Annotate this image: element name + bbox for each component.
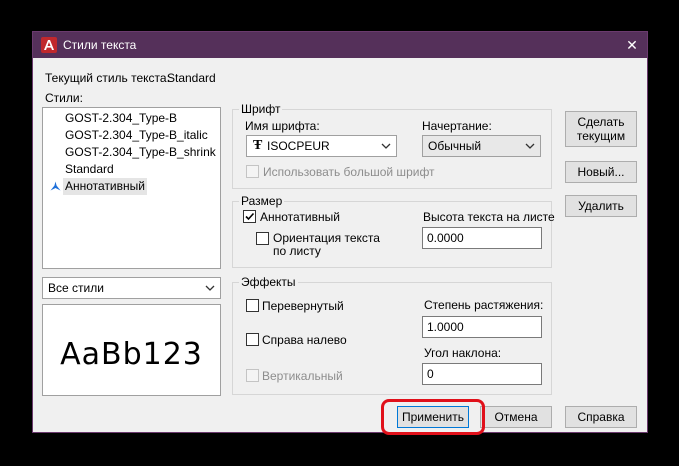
cancel-button-label: Отмена bbox=[494, 410, 538, 424]
orientation-checkbox[interactable] bbox=[256, 232, 269, 245]
style-item-gost-type-b[interactable]: GOST-2.304_Type-B bbox=[63, 110, 179, 127]
style-item-annotative-label: Аннотативный bbox=[65, 179, 145, 193]
preview-sample-text: AaBb123 bbox=[60, 337, 203, 372]
oblique-angle-label: Угол наклона: bbox=[424, 346, 502, 360]
styles-filter-select[interactable]: Все стили bbox=[42, 277, 221, 299]
title-bar[interactable]: Стили текста ✕ bbox=[33, 32, 647, 58]
delete-style-button[interactable]: Удалить bbox=[565, 195, 637, 217]
bigfont-checkbox[interactable] bbox=[246, 165, 259, 178]
vertical-checkbox[interactable] bbox=[246, 369, 259, 382]
close-icon[interactable]: ✕ bbox=[621, 34, 643, 56]
chevron-down-icon bbox=[205, 285, 215, 291]
text-height-input[interactable]: 0.0000 bbox=[422, 227, 542, 249]
new-style-button[interactable]: Новый... bbox=[565, 161, 637, 183]
backwards-checkbox[interactable] bbox=[246, 333, 259, 346]
chevron-down-icon bbox=[525, 143, 535, 149]
annotative-label: Аннотативный bbox=[260, 210, 340, 224]
font-name-label: Имя шрифта: bbox=[245, 119, 320, 133]
new-style-button-label: Новый... bbox=[577, 165, 625, 179]
font-name-value: ISOCPEUR bbox=[267, 139, 330, 153]
bigfont-label: Использовать большой шрифт bbox=[263, 165, 435, 179]
font-style-label: Начертание: bbox=[422, 119, 492, 133]
autocad-app-icon bbox=[41, 37, 57, 53]
style-preview: AaBb123 bbox=[42, 304, 221, 396]
current-style-label: Текущий стиль текста: bbox=[45, 71, 170, 85]
set-current-button[interactable]: Сделать текущим bbox=[565, 111, 637, 147]
upside-down-label: Перевернутый bbox=[262, 299, 344, 313]
size-group-title: Размер bbox=[239, 194, 285, 208]
font-name-select[interactable]: Ŧ ISOCPEUR bbox=[246, 135, 397, 157]
annotative-checkbox[interactable] bbox=[243, 210, 256, 223]
text-style-dialog: Стили текста ✕ Текущий стиль текста: Sta… bbox=[32, 31, 648, 433]
style-item-standard[interactable]: Standard bbox=[63, 161, 116, 178]
effects-group-title: Эффекты bbox=[239, 275, 298, 289]
delete-style-button-label: Удалить bbox=[578, 199, 624, 213]
help-button[interactable]: Справка bbox=[565, 406, 637, 428]
oblique-angle-input[interactable]: 0 bbox=[422, 363, 542, 385]
styles-label: Стили: bbox=[45, 91, 83, 105]
orientation-label-line1: Ориентация текста bbox=[273, 231, 380, 245]
vertical-label: Вертикальный bbox=[262, 369, 343, 383]
width-factor-label: Степень растяжения: bbox=[424, 298, 544, 312]
width-factor-value: 1.0000 bbox=[427, 320, 464, 334]
style-item-gost-type-b-italic[interactable]: GOST-2.304_Type-B_italic bbox=[63, 127, 210, 144]
chevron-down-icon bbox=[381, 143, 391, 149]
cancel-button[interactable]: Отмена bbox=[480, 406, 552, 428]
window-title: Стили текста bbox=[63, 38, 137, 52]
apply-highlight-frame bbox=[381, 399, 485, 435]
annotative-icon bbox=[50, 181, 61, 191]
help-button-label: Справка bbox=[577, 410, 625, 424]
width-factor-input[interactable]: 1.0000 bbox=[422, 316, 542, 338]
current-style-value: Standard bbox=[167, 71, 216, 85]
style-item-annotative[interactable]: Аннотативный bbox=[50, 178, 147, 195]
styles-filter-value: Все стили bbox=[48, 281, 104, 295]
font-style-value: Обычный bbox=[428, 139, 482, 153]
style-item-gost-type-b-shrink[interactable]: GOST-2.304_Type-B_shrink bbox=[63, 144, 218, 161]
upside-down-checkbox[interactable] bbox=[246, 299, 259, 312]
oblique-angle-value: 0 bbox=[427, 367, 434, 381]
text-height-value: 0.0000 bbox=[427, 231, 464, 245]
styles-list[interactable]: GOST-2.304_Type-B GOST-2.304_Type-B_ital… bbox=[42, 107, 221, 269]
font-style-select[interactable]: Обычный bbox=[422, 135, 541, 157]
font-group-title: Шрифт bbox=[239, 102, 283, 116]
text-height-label: Высота текста на листе bbox=[423, 210, 555, 224]
backwards-label: Справа налево bbox=[262, 333, 347, 347]
truetype-icon: Ŧ bbox=[253, 138, 263, 153]
set-current-button-label: Сделать текущим bbox=[576, 115, 626, 143]
orientation-label-line2: по листу bbox=[273, 244, 321, 258]
checkmark-icon bbox=[245, 212, 255, 221]
